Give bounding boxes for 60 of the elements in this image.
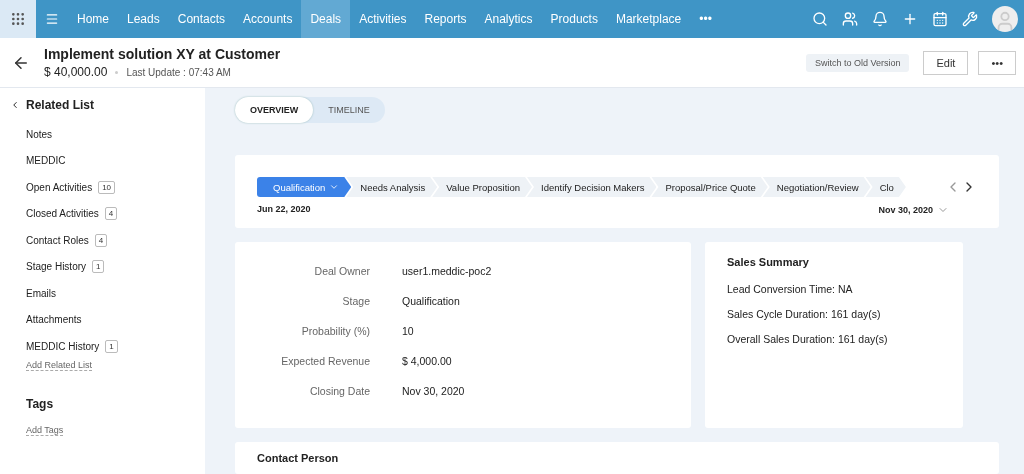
switch-version-button[interactable]: Switch to Old Version: [805, 53, 910, 72]
section-title: Contact Person: [257, 452, 340, 464]
field-label: Probability (%): [300, 324, 370, 339]
related-list-item[interactable]: Attachments: [26, 314, 82, 326]
summary-line: Overall Sales Duration: 161 day(s): [727, 333, 889, 345]
end-date: Nov 30, 2020: [878, 205, 933, 215]
related-list-item[interactable]: MEDDIC History: [26, 340, 100, 352]
view-tab[interactable]: OVERVIEW: [235, 97, 314, 123]
add-tags-link[interactable]: Add Tags: [26, 424, 64, 436]
count-badge: 10: [98, 180, 116, 194]
field-value: Nov 30, 2020: [402, 384, 466, 399]
summary-line: Lead Conversion Time: NA: [727, 283, 854, 295]
more-button[interactable]: •••: [978, 50, 1016, 75]
calendar-icon[interactable]: [932, 11, 948, 27]
related-list-item[interactable]: Contact Roles: [26, 234, 89, 246]
related-list-item[interactable]: Emails: [26, 287, 56, 299]
search-icon[interactable]: [812, 11, 828, 27]
collapse-icon[interactable]: [10, 100, 20, 110]
related-list-item[interactable]: Closed Activities: [26, 208, 99, 220]
field-label: Stage: [341, 294, 370, 309]
field-value: $ 4,000.00: [402, 354, 453, 369]
stage-step[interactable]: Qualification: [257, 177, 352, 197]
people-icon[interactable]: [842, 11, 858, 27]
stage-step[interactable]: Negotiation/Review: [762, 177, 871, 197]
field-label: Closing Date: [308, 384, 370, 399]
field-label: Expected Revenue: [280, 354, 370, 369]
bell-icon[interactable]: [872, 11, 888, 27]
deal-title: Implement solution XY at Customer: [44, 46, 281, 62]
count-badge: 4: [94, 233, 108, 247]
field-label: Deal Owner: [313, 264, 370, 279]
wrench-icon[interactable]: [962, 11, 978, 27]
edit-button[interactable]: Edit: [923, 50, 969, 75]
related-list-item[interactable]: MEDDIC: [26, 155, 66, 167]
related-list-item[interactable]: Stage History: [26, 261, 87, 273]
summary-title: Sales Summary: [727, 256, 810, 268]
field-value: Qualification: [402, 294, 461, 309]
deal-amount: $ 40,000.00: [44, 65, 108, 79]
summary-line: Sales Cycle Duration: 161 day(s): [727, 308, 882, 320]
count-badge: 1: [92, 260, 105, 274]
tags-title: Tags: [26, 396, 55, 411]
last-update: Last Update : 07:43 AM: [126, 66, 231, 78]
add-related-list-link[interactable]: Add Related List: [26, 359, 93, 371]
caret-icon[interactable]: [329, 182, 340, 192]
related-list-item[interactable]: Open Activities: [26, 181, 93, 193]
count-badge: 4: [104, 207, 118, 221]
field-value: 10: [402, 324, 415, 339]
stage-step[interactable]: Needs Analysis: [346, 177, 438, 197]
stage-step[interactable]: Value Proposition: [432, 177, 532, 197]
count-badge: 1: [105, 339, 118, 353]
stage-step[interactable]: Identify Decision Makers: [527, 177, 657, 197]
related-list-item[interactable]: Notes: [26, 128, 53, 140]
start-date: Jun 22, 2020: [257, 204, 311, 216]
sidebar-title: Related List: [26, 98, 94, 112]
view-tab[interactable]: TIMELINE: [313, 97, 385, 123]
stage-step[interactable]: Clo: [865, 177, 906, 197]
field-value: user1.meddic-poc2: [402, 264, 493, 279]
avatar-icon[interactable]: [992, 6, 1018, 32]
plus-icon[interactable]: [902, 11, 918, 27]
stage-step[interactable]: Proposal/Price Quote: [651, 177, 768, 197]
apps-grid-icon[interactable]: [0, 0, 36, 38]
